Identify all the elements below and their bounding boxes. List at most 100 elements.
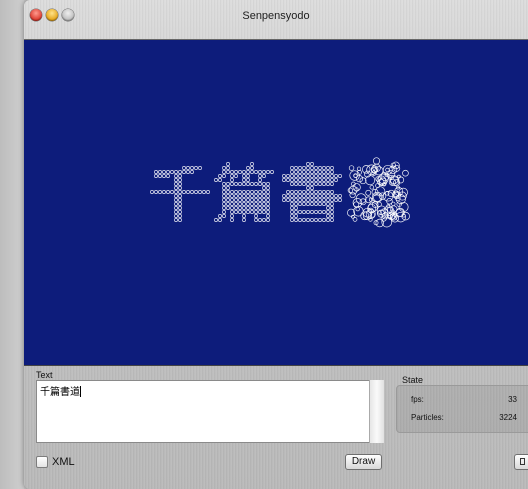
particle: [302, 182, 306, 186]
particle: [290, 194, 294, 198]
particle: [258, 190, 262, 194]
text-scrollbar[interactable]: [369, 380, 384, 443]
particle: [194, 166, 198, 170]
particle: [294, 170, 298, 174]
particle: [310, 190, 314, 194]
particle: [238, 182, 242, 186]
particle: [294, 174, 298, 178]
particle: [391, 201, 396, 207]
particle: [242, 182, 246, 186]
particle: [186, 170, 190, 174]
particle: [262, 194, 266, 198]
particle: [352, 183, 361, 192]
particle: [258, 198, 262, 202]
particle: [302, 170, 306, 174]
fullscreen-button[interactable]: [514, 454, 528, 470]
particle: [334, 194, 338, 198]
particle: [326, 170, 330, 174]
particle: [266, 182, 270, 186]
xml-option[interactable]: XML: [36, 456, 75, 468]
particle: [306, 194, 310, 198]
particle: [222, 198, 226, 202]
particle: [322, 182, 326, 186]
particle: [369, 185, 375, 190]
particle: [230, 218, 234, 222]
particle: [246, 198, 250, 202]
particle: [302, 178, 306, 182]
particle: [194, 190, 198, 194]
particle: [222, 182, 226, 186]
particle: [298, 190, 302, 194]
particle: [290, 210, 294, 214]
particle: [326, 178, 330, 182]
particle: [250, 198, 254, 202]
fps-value: 33: [508, 395, 517, 404]
particle: [365, 189, 372, 196]
text-input[interactable]: 千篇書道: [36, 380, 381, 443]
particle: [338, 194, 342, 198]
particle: [290, 178, 294, 182]
particle: [234, 194, 238, 198]
particle: [306, 186, 310, 190]
particles-value: 3224: [499, 413, 517, 422]
particle: [298, 202, 302, 206]
particle: [286, 174, 290, 178]
particle: [166, 190, 170, 194]
particle: [154, 190, 158, 194]
fps-row: fps: 33: [411, 395, 523, 404]
particle: [222, 194, 226, 198]
particle: [230, 202, 234, 206]
particle: [318, 178, 322, 182]
particle: [246, 206, 250, 210]
particle: [310, 194, 314, 198]
title-bar[interactable]: Senpensyodo: [24, 0, 528, 38]
particle: [230, 214, 234, 218]
particle: [302, 194, 306, 198]
particle: [334, 198, 338, 202]
particle: [262, 170, 266, 174]
particle: [310, 162, 314, 166]
particle: [330, 198, 334, 202]
particle: [306, 162, 310, 166]
particle: [322, 166, 326, 170]
particle: [258, 218, 262, 222]
particle: [178, 198, 182, 202]
particle: [158, 170, 162, 174]
particle: [314, 174, 318, 178]
particle: [186, 190, 190, 194]
particle: [326, 210, 330, 214]
particle: [266, 210, 270, 214]
draw-button[interactable]: Draw: [345, 454, 382, 470]
particle: [222, 214, 226, 218]
text-section-label: Text: [36, 370, 53, 380]
particle: [282, 174, 286, 178]
xml-checkbox[interactable]: [36, 456, 48, 468]
particle: [222, 206, 226, 210]
particle: [310, 218, 314, 222]
state-panel: fps: 33 Particles: 3224: [396, 385, 528, 433]
particle: [174, 214, 178, 218]
particle-canvas[interactable]: [24, 39, 528, 366]
particle: [306, 166, 310, 170]
particle: [326, 206, 330, 210]
particle: [270, 170, 274, 174]
particle: [306, 198, 310, 202]
particle: [266, 194, 270, 198]
particle: [318, 166, 322, 170]
particle: [290, 170, 294, 174]
particle: [290, 214, 294, 218]
particle: [326, 198, 330, 202]
particle: [326, 218, 330, 222]
particle: [254, 202, 258, 206]
particle: [314, 182, 318, 186]
particle: [230, 178, 234, 182]
particle: [302, 174, 306, 178]
particle: [190, 166, 194, 170]
particle: [238, 194, 242, 198]
particle: [298, 178, 302, 182]
particle: [234, 206, 238, 210]
particle: [298, 174, 302, 178]
particle: [262, 202, 266, 206]
particle: [250, 162, 254, 166]
particle: [334, 174, 338, 178]
